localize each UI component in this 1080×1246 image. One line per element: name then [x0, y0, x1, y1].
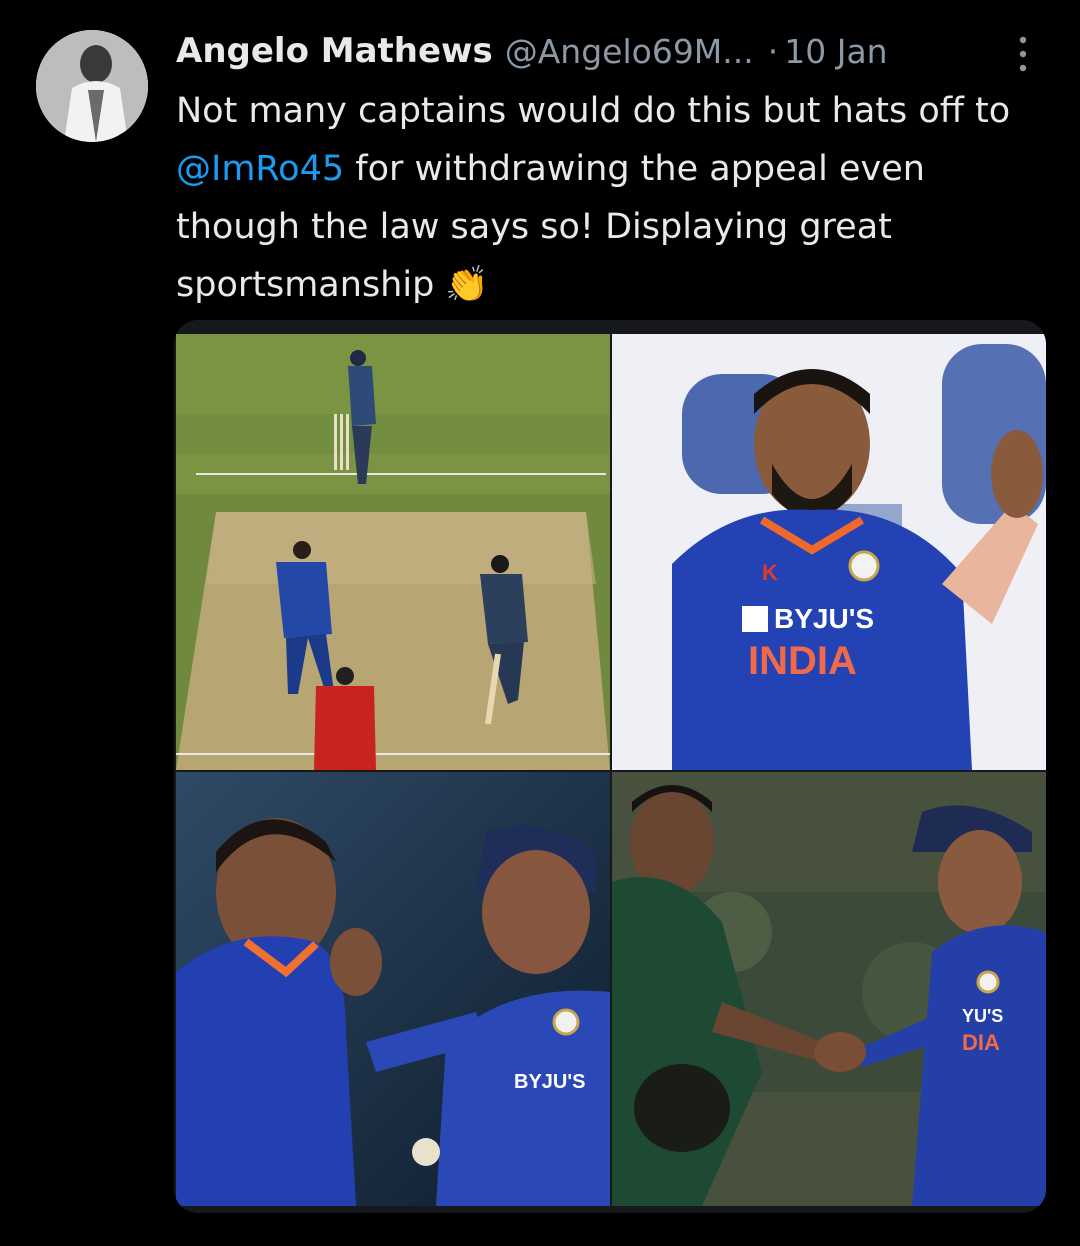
cricket-pitch-photo[interactable] [176, 334, 610, 770]
more-vertical-icon [1019, 36, 1027, 72]
jersey-sponsor-text: BYJU'S [774, 603, 874, 634]
jersey-team-text: DIA [962, 1030, 1000, 1055]
tweet-text-part-1: Not many captains would do this but hats… [176, 91, 1011, 131]
jersey-team-text: INDIA [748, 639, 857, 683]
tweet-header: Angelo Mathews @Angelo69M... · 10 Jan [176, 26, 1056, 76]
handshake-photo[interactable]: YU'S DIA [612, 772, 1046, 1206]
avatar[interactable] [36, 30, 148, 142]
author-handle[interactable]: @Angelo69M... [505, 32, 754, 71]
media-grid[interactable]: K BYJU'S INDIA BYJU'S YU'S DIA [174, 320, 1046, 1213]
clapping-hands-emoji: 👏 [445, 265, 490, 305]
mention-link[interactable]: @ImRo45 [176, 149, 344, 189]
bowler-smiling-photo[interactable]: K BYJU'S INDIA [612, 334, 1046, 770]
tweet-date[interactable]: 10 Jan [784, 32, 887, 71]
author-name[interactable]: Angelo Mathews [176, 31, 493, 71]
jersey-brand-text: K [762, 560, 778, 585]
separator-dot: · [767, 31, 779, 71]
more-options-button[interactable] [1012, 34, 1034, 74]
jersey-sponsor-text: YU'S [962, 1006, 1003, 1026]
players-laughing-photo[interactable]: BYJU'S [176, 772, 610, 1206]
tweet-text: Not many captains would do this but hats… [176, 82, 1056, 314]
jersey-sponsor-text: BYJU'S [514, 1071, 585, 1093]
avatar-photo [36, 30, 148, 142]
